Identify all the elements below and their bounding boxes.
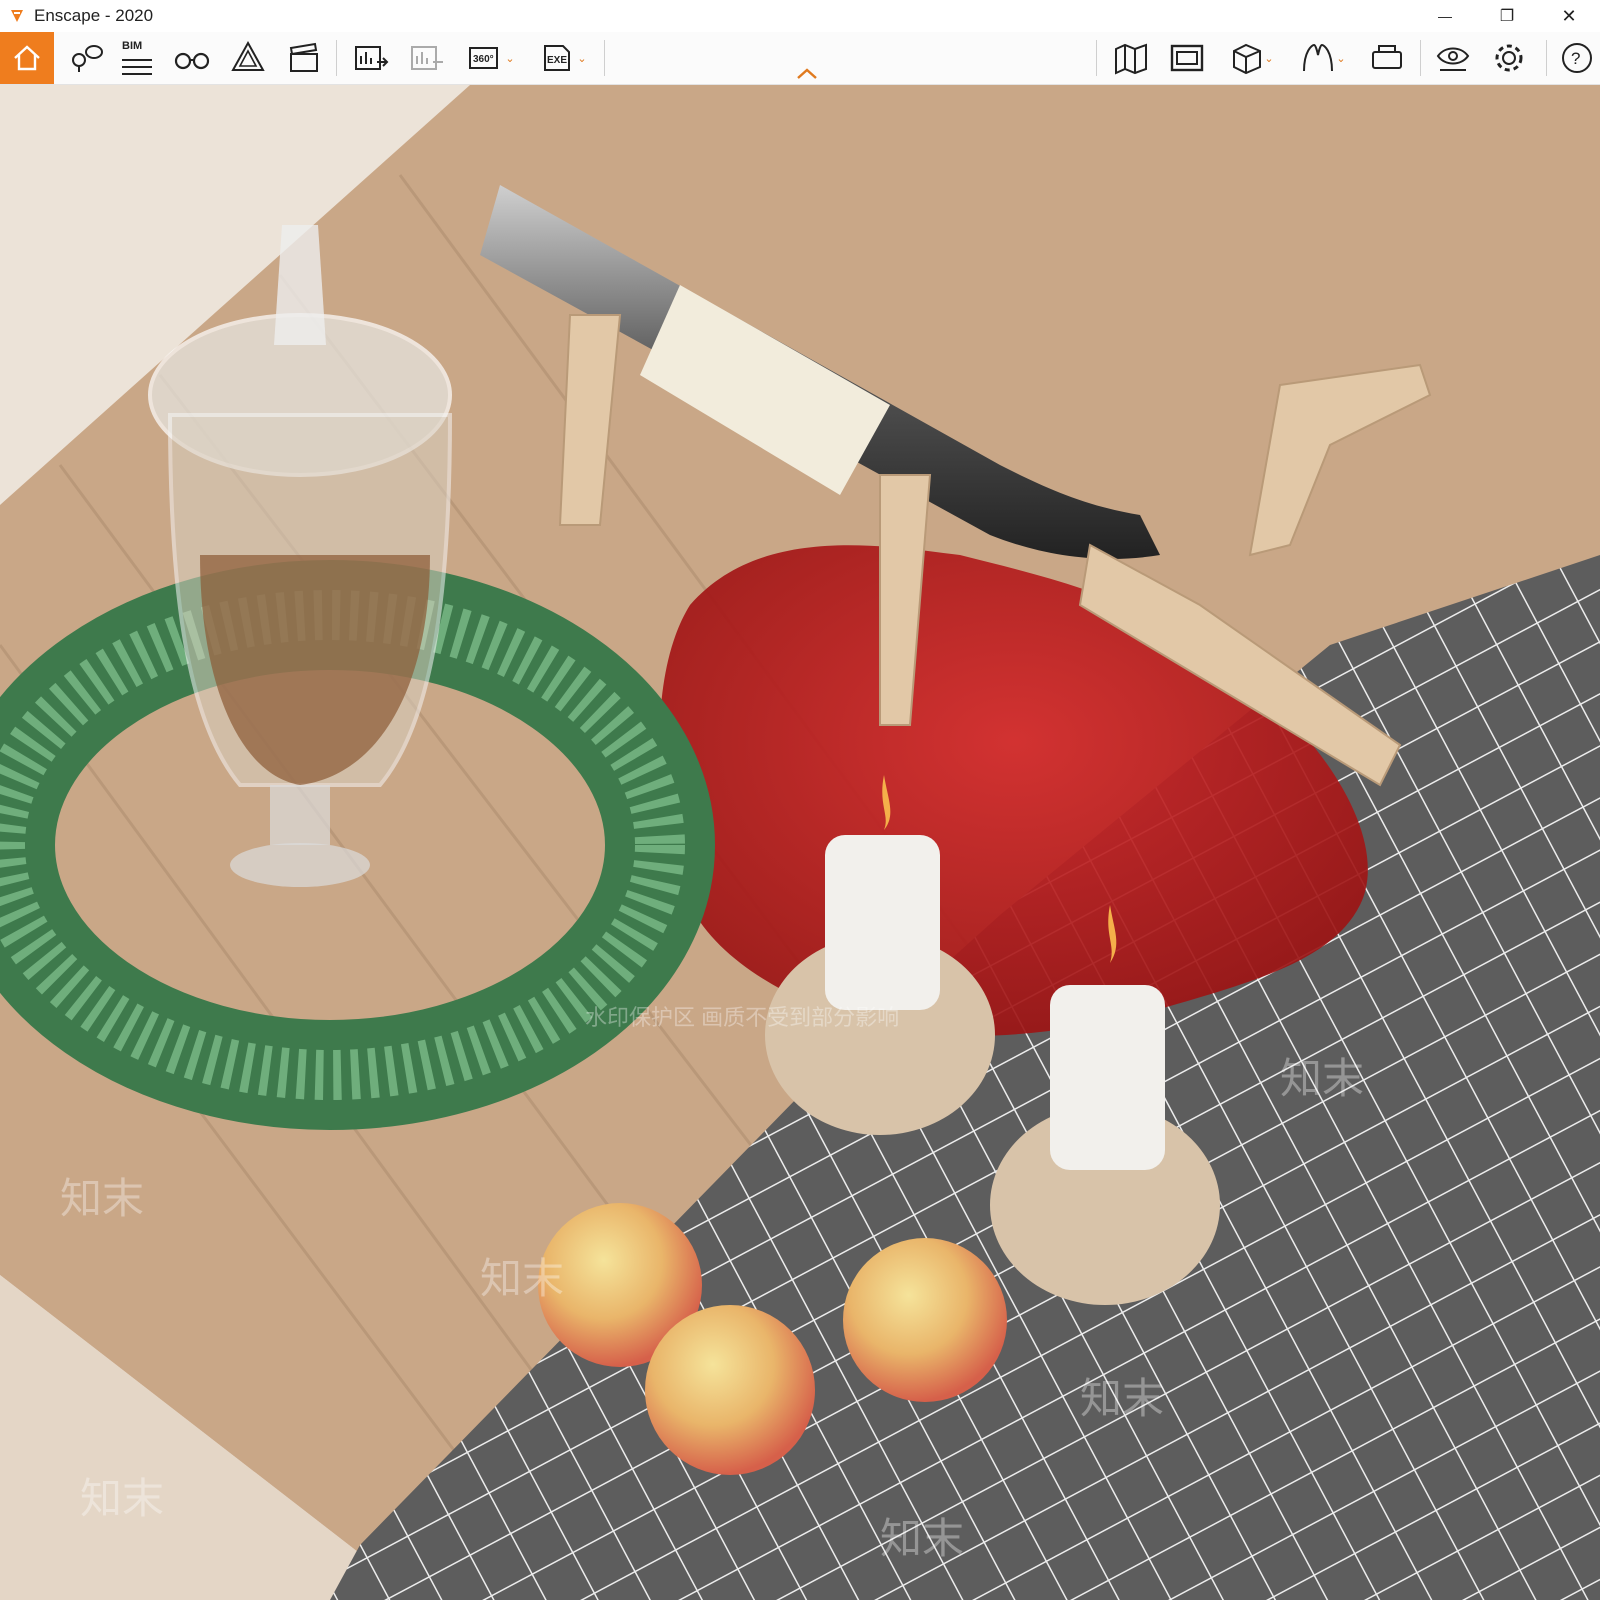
help-icon: ? — [1562, 43, 1592, 73]
chevron-down-icon[interactable]: ⌄ — [1264, 52, 1273, 65]
export-exe-icon: EXE — [544, 45, 571, 71]
camera-button[interactable] — [1362, 32, 1412, 84]
peach-2 — [645, 1305, 815, 1475]
watermark-note: 水印保护区 画质不受到部分影响 — [585, 1005, 900, 1030]
toolbar-separator — [336, 40, 337, 76]
toolbar-separator — [604, 40, 605, 76]
watermark: 知末 — [80, 1475, 165, 1522]
chevron-down-icon[interactable]: ⌄ — [1336, 52, 1345, 65]
render-image-icon — [355, 46, 389, 70]
watermark: 知末 — [480, 1255, 565, 1302]
map-button[interactable] — [1106, 32, 1156, 84]
video-editor-icon — [289, 42, 318, 72]
batch-render-button[interactable] — [402, 32, 452, 84]
asset-library-button[interactable] — [1162, 32, 1212, 84]
toolbar-separator — [1096, 40, 1097, 76]
title-bar: Enscape - 2020 — ❐ ✕ — [0, 0, 1600, 32]
close-button[interactable]: ✕ — [1538, 0, 1600, 32]
svg-text:EXE: EXE — [547, 55, 567, 66]
panorama-360-icon: 360° — [469, 47, 499, 69]
window-title: Enscape - 2020 — [34, 6, 154, 25]
settings-icon — [1495, 44, 1523, 72]
box-view-icon — [1233, 43, 1262, 75]
watermark: 知末 — [880, 1515, 965, 1562]
box-view-button[interactable]: ⌄ — [1218, 32, 1284, 84]
scene-render — [0, 85, 1600, 1600]
asset-library-icon — [1170, 44, 1204, 72]
svg-text:?: ? — [1571, 49, 1580, 68]
watermark: 知末 — [1280, 1055, 1365, 1102]
map-icon — [1115, 43, 1147, 75]
watermark: 知末 — [1080, 1375, 1165, 1422]
svg-text:360°: 360° — [473, 54, 494, 65]
location-views-icon — [72, 45, 103, 72]
export-exe-button[interactable]: EXE ⌄ — [532, 32, 596, 84]
collapse-toolbar-icon[interactable] — [795, 66, 819, 80]
help-button[interactable]: ? — [1554, 32, 1600, 84]
window-controls: — ❐ ✕ — [1414, 0, 1600, 32]
enscape-logo-icon — [6, 5, 28, 27]
binoculars-icon — [174, 52, 210, 70]
panorama-360-button[interactable]: 360° ⌄ — [458, 32, 524, 84]
peach-3 — [843, 1238, 1007, 1402]
render-viewport[interactable]: 水印保护区 画质不受到部分影响 知末 知末 知末 知末 知末 知末 — [0, 85, 1600, 1600]
bim-info-button[interactable]: BIM — [114, 32, 160, 84]
bim-info-icon — [122, 59, 152, 75]
watermark: 知末 — [60, 1175, 145, 1222]
atmosphere-button[interactable] — [224, 32, 272, 84]
batch-render-icon — [411, 46, 443, 70]
chevron-down-icon[interactable]: ⌄ — [577, 52, 586, 65]
home-button[interactable] — [0, 32, 54, 84]
minimize-button[interactable]: — — [1414, 0, 1476, 32]
chevron-down-icon[interactable]: ⌄ — [505, 52, 514, 65]
view-settings-button[interactable] — [1428, 32, 1478, 84]
render-image-button[interactable] — [346, 32, 396, 84]
camera-icon — [1372, 45, 1402, 69]
atmosphere-icon — [231, 40, 265, 71]
toolbar-separator — [1420, 40, 1421, 76]
vr-headset-button[interactable]: ⌄ — [1290, 32, 1356, 84]
vr-headset-icon — [1303, 43, 1334, 72]
home-icon — [14, 45, 40, 71]
settings-button[interactable] — [1484, 32, 1534, 84]
view-settings-icon — [1436, 47, 1470, 71]
video-editor-button[interactable] — [280, 32, 328, 84]
binoculars-button[interactable] — [168, 32, 216, 84]
location-views-button[interactable] — [62, 32, 110, 84]
toolbar-separator — [1546, 40, 1547, 76]
restore-button[interactable]: ❐ — [1476, 0, 1538, 32]
